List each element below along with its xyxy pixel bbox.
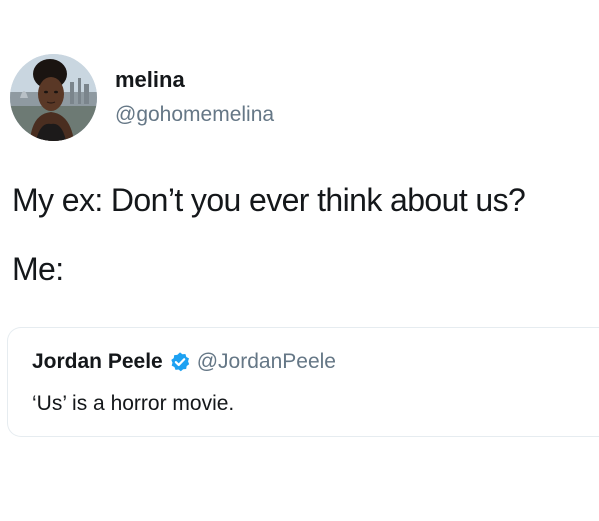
author-handle[interactable]: @gohomemelina xyxy=(115,103,274,127)
verified-badge-icon xyxy=(169,351,191,373)
quoted-author-name[interactable]: Jordan Peele xyxy=(32,350,163,374)
quoted-author-handle[interactable]: @JordanPeele xyxy=(197,350,336,374)
quoted-tweet-text: ‘Us’ is a horror movie. xyxy=(32,392,235,415)
tweet-text-line: Me: xyxy=(12,251,64,287)
author-display-name[interactable]: melina xyxy=(115,68,185,92)
tweet-text-line: My ex: Don’t you ever think about us? xyxy=(12,182,526,218)
quoted-tweet-header: Jordan Peele @JordanPeele xyxy=(32,350,336,374)
avatar-photo xyxy=(10,54,97,141)
avatar[interactable] xyxy=(10,54,97,141)
quoted-tweet-card[interactable]: Jordan Peele @JordanPeele ‘Us’ is a horr… xyxy=(7,327,599,437)
tweet: melina @gohomemelina My ex: Don’t you ev… xyxy=(0,0,599,521)
